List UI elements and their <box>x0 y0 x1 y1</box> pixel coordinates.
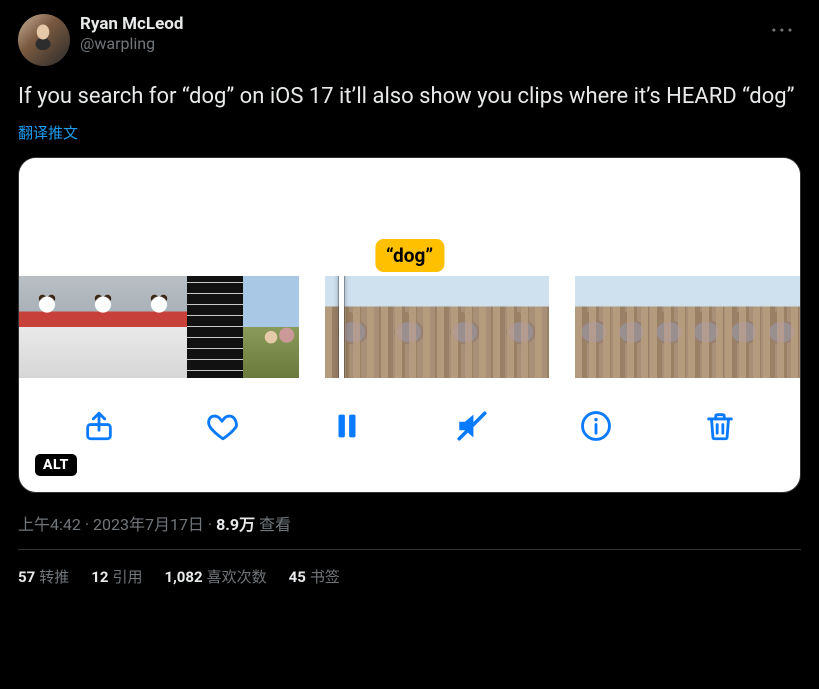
translate-link[interactable]: 翻译推文 <box>18 122 78 143</box>
playhead[interactable] <box>339 276 344 378</box>
video-timeline[interactable] <box>19 276 800 378</box>
views-label: 查看 <box>255 515 291 534</box>
trash-icon <box>703 409 737 443</box>
quotes-label: 引用 <box>112 568 142 586</box>
media-controls <box>19 378 800 474</box>
clip-group-2[interactable] <box>325 276 549 378</box>
retweets-label: 转推 <box>39 568 69 586</box>
quotes-stat[interactable]: 12引用 <box>91 566 142 587</box>
info-button[interactable] <box>576 406 616 446</box>
bookmarks-count: 45 <box>289 568 306 586</box>
timeline-frame <box>575 276 613 378</box>
bookmarks-stat[interactable]: 45书签 <box>289 566 340 587</box>
timeline-frame <box>75 276 131 378</box>
tweet-stats: 57转推 12引用 1,082 喜欢次数 45书签 <box>18 550 801 603</box>
likes-count: 1,082 <box>164 568 202 586</box>
timeline-frame <box>19 276 75 378</box>
media-card[interactable]: “dog” <box>18 157 801 493</box>
timeline-frame <box>613 276 651 378</box>
tweet-date[interactable]: 2023年7月17日 <box>93 515 204 534</box>
retweets-count: 57 <box>18 568 35 586</box>
meta-sep: · <box>81 515 93 534</box>
heart-icon <box>206 409 240 443</box>
timeline-frame <box>437 276 493 378</box>
search-term-badge: “dog” <box>375 239 444 272</box>
more-button[interactable]: ··· <box>765 14 801 46</box>
timeline-frame <box>650 276 688 378</box>
avatar[interactable] <box>18 14 70 66</box>
timeline-frame <box>187 276 243 378</box>
likes-label: 喜欢次数 <box>207 568 267 586</box>
share-button[interactable] <box>79 406 119 446</box>
tweet-time[interactable]: 上午4:42 <box>18 515 81 534</box>
timeline-frame <box>725 276 763 378</box>
alt-badge[interactable]: ALT <box>35 454 77 476</box>
likes-stat[interactable]: 1,082 喜欢次数 <box>164 566 266 587</box>
info-icon <box>579 409 613 443</box>
timeline-frame <box>131 276 187 378</box>
author-name-block[interactable]: Ryan McLeod @warpling <box>80 14 765 53</box>
delete-button[interactable] <box>700 406 740 446</box>
clip-group-3[interactable] <box>575 276 800 378</box>
quotes-count: 12 <box>91 568 108 586</box>
mute-button[interactable] <box>452 406 492 446</box>
mute-icon <box>455 409 489 443</box>
timeline-frame <box>325 276 381 378</box>
tweet-container: Ryan McLeod @warpling ··· If you search … <box>0 0 819 603</box>
timeline-frame <box>763 276 801 378</box>
meta-sep: · <box>204 515 216 534</box>
media-top: “dog” <box>19 158 800 276</box>
timeline-frame <box>381 276 437 378</box>
timeline-frame <box>688 276 726 378</box>
timeline-frame <box>493 276 549 378</box>
bookmarks-label: 书签 <box>310 568 340 586</box>
retweets-stat[interactable]: 57转推 <box>18 566 69 587</box>
tweet-header: Ryan McLeod @warpling ··· <box>18 14 801 66</box>
author-display-name: Ryan McLeod <box>80 14 765 34</box>
tweet-text: If you search for “dog” on iOS 17 it’ll … <box>18 82 801 112</box>
clip-group-1[interactable] <box>19 276 299 378</box>
like-button[interactable] <box>203 406 243 446</box>
share-icon <box>82 409 116 443</box>
timeline-frame <box>243 276 299 378</box>
views-count: 8.9万 <box>216 515 255 534</box>
author-handle: @warpling <box>80 34 765 53</box>
pause-button[interactable] <box>327 406 367 446</box>
pause-icon <box>330 409 364 443</box>
tweet-meta: 上午4:42 · 2023年7月17日 · 8.9万 查看 <box>18 511 801 550</box>
